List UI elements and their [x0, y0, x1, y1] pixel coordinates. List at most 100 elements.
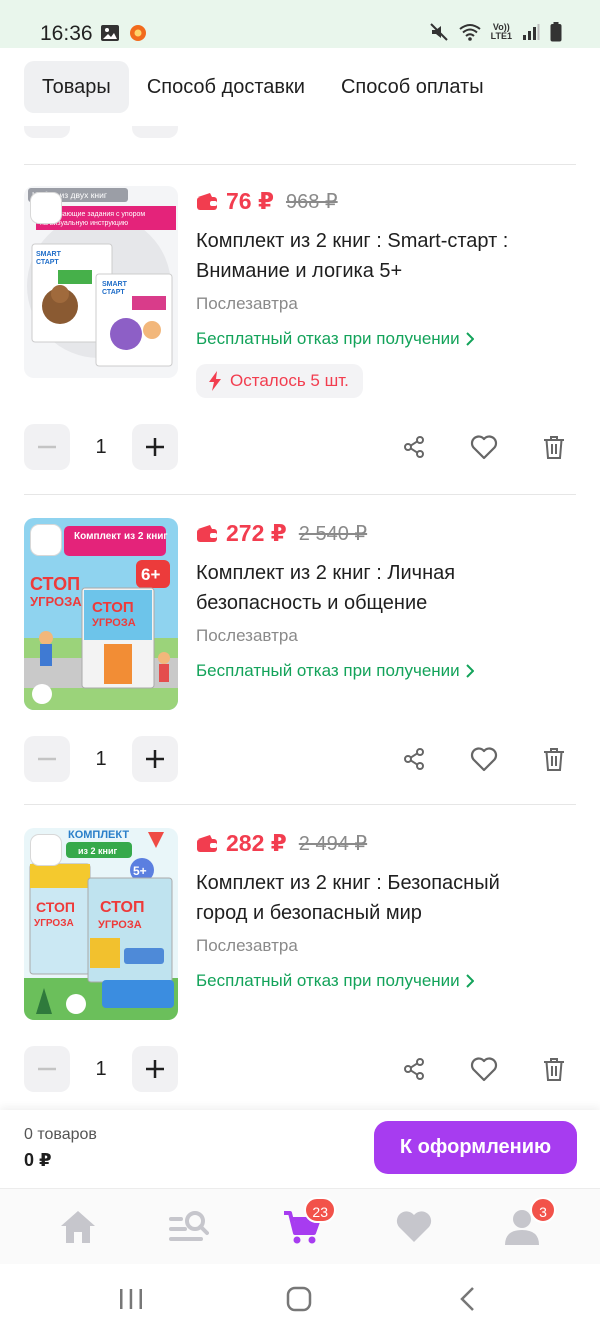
delete-button[interactable]	[538, 431, 570, 463]
quantity-stepper: 1	[24, 736, 576, 784]
app-notification-icon	[130, 25, 146, 41]
share-icon	[404, 1058, 424, 1080]
svg-text:5+: 5+	[133, 864, 147, 878]
heart-outline-icon	[470, 435, 498, 460]
nav-catalog[interactable]	[166, 1205, 210, 1249]
quantity-value[interactable]: 1	[70, 1046, 132, 1092]
svg-text:УГРОЗА: УГРОЗА	[98, 919, 142, 931]
favorite-button[interactable]	[468, 431, 500, 463]
share-button[interactable]	[398, 743, 430, 775]
select-checkbox[interactable]	[30, 524, 62, 556]
wallet-icon	[197, 193, 217, 210]
product-image[interactable]: КОМПЛЕКТ из 2 книг 5+ СТОП УГРОЗА СТОП У…	[24, 828, 178, 1020]
checkout-tabs: Товары Способ доставки Способ оплаты	[0, 48, 600, 126]
bottom-navigation: 23 3	[0, 1188, 600, 1264]
price-row: 282 ₽ 2 494 ₽	[196, 828, 367, 858]
stock-badge: Осталось 5 шт.	[196, 364, 363, 398]
nav-profile[interactable]: 3	[500, 1197, 556, 1249]
quantity-stepper: 1	[24, 1046, 576, 1094]
divider	[24, 494, 576, 495]
decrease-button[interactable]	[24, 126, 70, 138]
product-image[interactable]: Комплект из 2 книг 6+ СТОП УГРОЗА СТОП У…	[24, 518, 178, 710]
svg-text:СТОП: СТОП	[30, 574, 80, 594]
home-system-button[interactable]	[284, 1284, 314, 1314]
selected-count: 0 товаров	[24, 1126, 97, 1143]
home-icon	[61, 1211, 95, 1243]
decrease-button[interactable]	[24, 736, 70, 782]
chevron-right-icon	[465, 664, 474, 678]
svg-text:SMART: SMART	[36, 251, 62, 258]
increase-button[interactable]	[132, 126, 178, 138]
increase-button[interactable]	[132, 1046, 178, 1092]
recent-apps-button[interactable]	[116, 1284, 146, 1314]
svg-text:СТОП: СТОП	[92, 599, 134, 616]
signal-icon	[523, 24, 540, 40]
free-refusal-link[interactable]: Бесплатный отказ при получении	[196, 661, 474, 681]
plus-icon	[146, 438, 164, 456]
svg-text:СТОП: СТОП	[36, 899, 75, 915]
select-checkbox[interactable]	[30, 192, 62, 224]
old-price: 2 494 ₽	[298, 832, 368, 855]
system-navigation-bar	[0, 1264, 600, 1332]
quantity-value[interactable]: 1	[70, 424, 132, 470]
product-image[interactable]: Набор из двух книг Развивающие задания с…	[24, 186, 178, 378]
svg-text:СТОП: СТОП	[100, 899, 144, 916]
increase-button[interactable]	[132, 736, 178, 782]
svg-text:УГРОЗА: УГРОЗА	[34, 918, 74, 929]
cart-item: Комплект из 2 книг 6+ СТОП УГРОЗА СТОП У…	[0, 496, 600, 806]
share-button[interactable]	[398, 1053, 430, 1085]
checkout-bar: 0 товаров 0 ₽ К оформлению	[0, 1110, 600, 1188]
price: 272 ₽	[226, 519, 287, 546]
quantity-value[interactable]: 1	[70, 736, 132, 782]
trash-icon	[544, 436, 564, 459]
checkout-button[interactable]: К оформлению	[374, 1121, 577, 1174]
quantity-stepper: 1	[24, 424, 576, 472]
free-refusal-link[interactable]: Бесплатный отказ при получении	[196, 971, 474, 991]
thumb-caption: КОМПЛЕКТ	[68, 829, 129, 841]
favorite-button[interactable]	[468, 1053, 500, 1085]
free-refusal-link[interactable]: Бесплатный отказ при получении	[196, 329, 474, 349]
svg-text:СТАРТ: СТАРТ	[102, 289, 125, 296]
trash-icon	[544, 748, 564, 771]
nav-favorites[interactable]	[392, 1205, 436, 1249]
price-row: 76 ₽ 968 ₽	[196, 186, 338, 216]
old-price: 2 540 ₽	[298, 522, 368, 545]
delete-button[interactable]	[538, 1053, 570, 1085]
chevron-right-icon	[465, 332, 474, 346]
increase-button[interactable]	[132, 424, 178, 470]
decrease-button[interactable]	[24, 424, 70, 470]
svg-text:SMART: SMART	[102, 281, 128, 288]
trash-icon	[544, 1058, 564, 1081]
heart-icon	[396, 1211, 432, 1242]
select-checkbox[interactable]	[30, 834, 62, 866]
share-icon	[404, 436, 424, 458]
cart-items-list[interactable]: Набор из двух книг Развивающие задания с…	[0, 126, 600, 1110]
svg-text:УГРОЗА: УГРОЗА	[92, 617, 136, 629]
svg-text:УГРОЗА: УГРОЗА	[30, 594, 82, 609]
chevron-right-icon	[465, 974, 474, 988]
tab-products[interactable]: Товары	[24, 61, 129, 113]
decrease-button[interactable]	[24, 1046, 70, 1092]
nav-home[interactable]	[56, 1205, 100, 1249]
favorite-button[interactable]	[468, 743, 500, 775]
heart-outline-icon	[470, 1057, 498, 1082]
tab-payment-method[interactable]: Способ оплаты	[323, 61, 502, 113]
free-refusal-label: Бесплатный отказ при получении	[196, 661, 460, 680]
cart-item: Набор из двух книг Развивающие задания с…	[0, 164, 600, 474]
selected-sum: 0 ₽	[24, 1150, 52, 1170]
delivery-date: Послезавтра	[196, 626, 298, 645]
price-row: 272 ₽ 2 540 ₽	[196, 518, 367, 548]
product-title[interactable]: Комплект из 2 книг : Личная безопасность…	[196, 558, 556, 618]
delivery-date: Послезавтра	[196, 936, 298, 955]
share-button[interactable]	[398, 431, 430, 463]
cart-item: КОМПЛЕКТ из 2 книг 5+ СТОП УГРОЗА СТОП У…	[0, 806, 600, 1110]
lightning-icon	[209, 371, 221, 391]
nav-cart[interactable]: 23	[280, 1197, 336, 1249]
delete-button[interactable]	[538, 743, 570, 775]
product-title[interactable]: Комплект из 2 книг : Smart-старт : Внима…	[196, 226, 556, 286]
status-bar: 16:36 Vo)) LTE1	[0, 0, 600, 48]
back-button[interactable]	[452, 1284, 482, 1314]
tab-delivery-method[interactable]: Способ доставки	[129, 61, 323, 113]
mute-icon	[429, 23, 448, 41]
product-title[interactable]: Комплект из 2 книг : Безопасный город и …	[196, 868, 556, 928]
